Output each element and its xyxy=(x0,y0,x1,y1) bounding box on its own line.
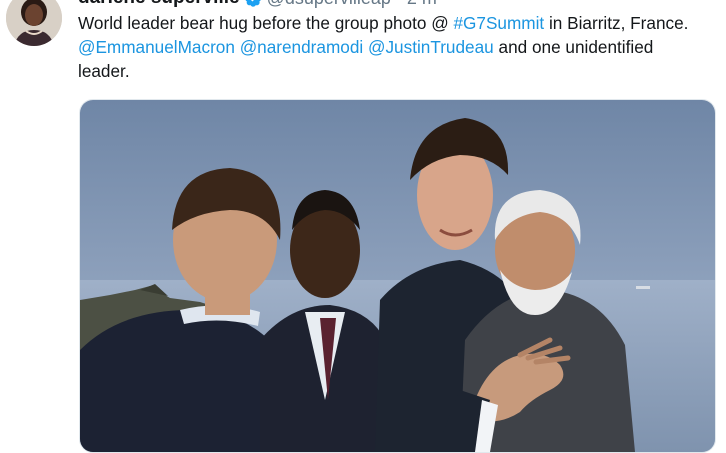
tweet-photo[interactable] xyxy=(79,99,716,453)
text-segment: World leader bear hug before the group p… xyxy=(78,13,454,33)
mention-link[interactable]: @EmmanuelMacron xyxy=(78,37,235,57)
author-display-name[interactable]: darlene superville xyxy=(78,0,240,9)
tweet-text: World leader bear hug before the group p… xyxy=(78,11,708,83)
tweet-header: darlene superville @dsupervilleap · 2 m xyxy=(78,0,437,9)
tweet-time[interactable]: · 2 m xyxy=(396,0,437,9)
photo-image xyxy=(80,100,715,452)
mention-link[interactable]: @JustinTrudeau xyxy=(368,37,494,57)
author-handle[interactable]: @dsupervilleap xyxy=(267,0,391,9)
verified-badge-icon xyxy=(245,0,261,7)
text-segment: in Biarritz, France. xyxy=(544,13,689,33)
author-avatar[interactable] xyxy=(6,0,62,46)
mention-link[interactable]: @narendramodi xyxy=(240,37,364,57)
hashtag-link[interactable]: #G7Summit xyxy=(453,13,544,33)
avatar-image xyxy=(6,0,62,46)
